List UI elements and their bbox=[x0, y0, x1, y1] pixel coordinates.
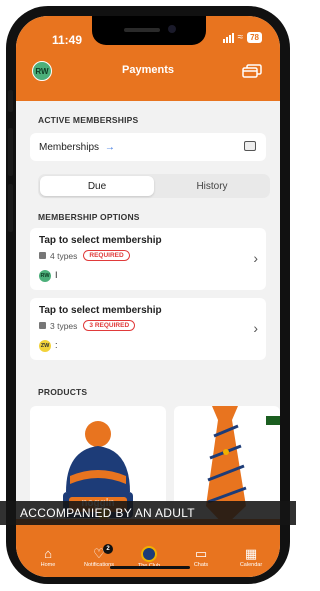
notification-badge: 2 bbox=[103, 544, 113, 554]
payments-content: ACTIVE MEMBERSHIPS Memberships → Due His… bbox=[16, 101, 280, 519]
volume-up-button bbox=[8, 128, 13, 176]
home-indicator bbox=[110, 566, 190, 569]
required-badge: REQUIRED bbox=[83, 250, 130, 261]
option-types: 3 types bbox=[50, 320, 78, 331]
option-subtitle: 4 types REQUIRED bbox=[39, 250, 130, 261]
stack-icon bbox=[39, 252, 46, 259]
tab-calendar[interactable]: ▦ Calendar bbox=[226, 546, 276, 568]
membership-option-card[interactable]: Tap to select membership 4 types REQUIRE… bbox=[30, 228, 266, 290]
arrow-right-icon: → bbox=[104, 142, 115, 153]
due-history-toggle: Due History bbox=[38, 174, 270, 198]
member-avatar: RW bbox=[39, 270, 51, 282]
tab-chats[interactable]: ▭ Chats bbox=[176, 546, 226, 568]
memberships-link-row[interactable]: Memberships → bbox=[30, 133, 266, 161]
signal-icon bbox=[222, 32, 234, 43]
membership-options-label: MEMBERSHIP OPTIONS bbox=[38, 212, 140, 222]
club-crest-icon bbox=[141, 546, 157, 562]
home-icon: ⌂ bbox=[44, 546, 52, 561]
subtitle-banner: ACCOMPANIED BY AN ADULT bbox=[0, 501, 296, 525]
page-title: Payments bbox=[122, 64, 174, 76]
calendar-icon: ▦ bbox=[244, 546, 258, 561]
tab-due[interactable]: Due bbox=[40, 176, 154, 196]
chevron-right-icon: › bbox=[253, 320, 258, 336]
tab-history[interactable]: History bbox=[156, 176, 268, 196]
status-icons: ≈ 78 bbox=[222, 32, 262, 43]
membership-option-card[interactable]: Tap to select membership 3 types 3 REQUI… bbox=[30, 298, 266, 360]
app-screen: 11:49 ≈ 78 RW Payments ACTIVE MEMBERSHIP… bbox=[16, 16, 280, 577]
tab-home[interactable]: ⌂ Home bbox=[23, 546, 73, 568]
cards-icon[interactable] bbox=[242, 63, 262, 79]
app-header: 11:49 ≈ 78 RW Payments bbox=[16, 16, 280, 101]
chat-icon: ▭ bbox=[194, 546, 208, 561]
active-memberships-label: ACTIVE MEMBERSHIPS bbox=[38, 115, 139, 125]
stack-icon bbox=[39, 322, 46, 329]
option-title: Tap to select membership bbox=[39, 235, 162, 246]
option-title: Tap to select membership bbox=[39, 305, 162, 316]
chevron-right-icon: › bbox=[253, 250, 258, 266]
membership-card-icon[interactable] bbox=[244, 141, 256, 151]
side-button bbox=[8, 90, 13, 112]
battery-icon: 78 bbox=[247, 32, 262, 43]
required-badge: 3 REQUIRED bbox=[83, 320, 136, 331]
memberships-link[interactable]: Memberships bbox=[39, 142, 99, 153]
option-subtitle: 3 types 3 REQUIRED bbox=[39, 320, 136, 331]
member-name: : bbox=[55, 340, 58, 350]
volume-down-button bbox=[8, 184, 13, 232]
bell-icon: ♡ bbox=[93, 546, 105, 561]
member-avatar: ZW bbox=[39, 340, 51, 352]
tab-notifications[interactable]: ♡ 2 Notifications bbox=[74, 544, 124, 568]
products-label: PRODUCTS bbox=[38, 387, 88, 397]
status-time: 11:49 bbox=[52, 33, 83, 47]
wifi-icon: ≈ bbox=[237, 32, 244, 43]
option-types: 4 types bbox=[50, 250, 78, 261]
member-name: I bbox=[55, 270, 58, 280]
notch bbox=[92, 16, 206, 45]
bottom-tab-bar: ⌂ Home ♡ 2 Notifications The Club ▭ Chat… bbox=[16, 519, 280, 577]
